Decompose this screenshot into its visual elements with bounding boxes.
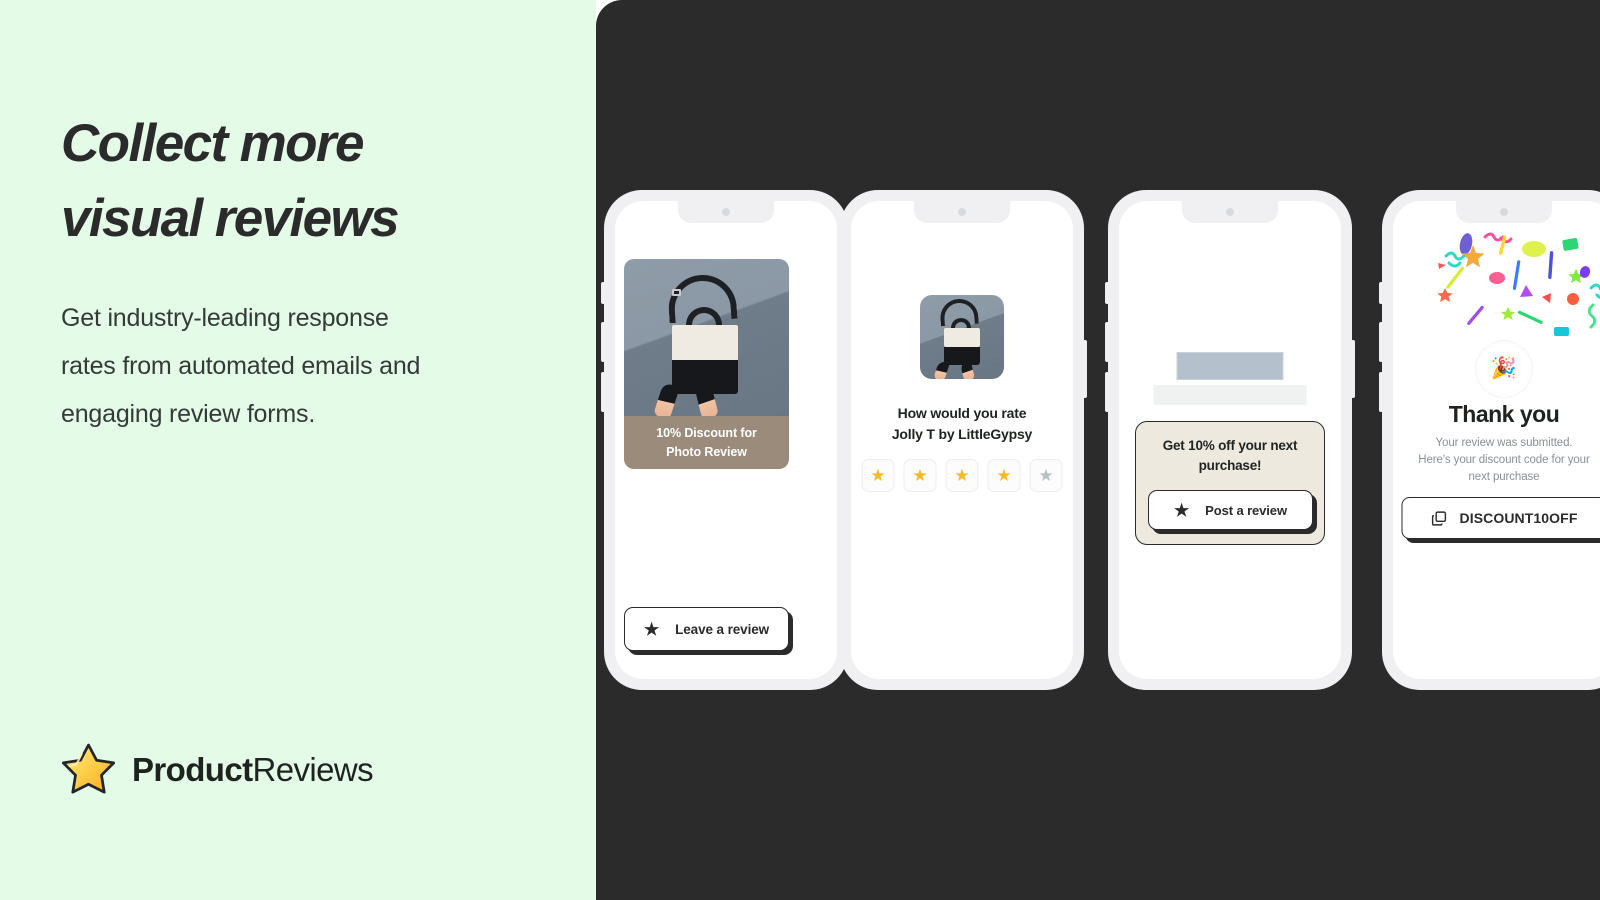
volume-up-button-icon bbox=[601, 322, 605, 362]
camera-dot-icon bbox=[722, 208, 730, 216]
bag-body-top-shape bbox=[672, 325, 738, 361]
volume-up-button-icon bbox=[837, 322, 841, 362]
star-rating-3[interactable]: ★ bbox=[945, 459, 979, 492]
phone-2-screen: How would you rate Jolly T by LittleGyps… bbox=[851, 201, 1073, 679]
mute-switch-icon bbox=[837, 282, 841, 304]
post-a-review-label: Post a review bbox=[1205, 502, 1287, 518]
promo-banner: Collect more visual reviews Get industry… bbox=[0, 0, 1600, 900]
device-showcase-panel: 10% Discount for Photo Review ★ Leave a … bbox=[596, 0, 1600, 900]
offer-title: Get 10% off your next purchase! bbox=[1148, 436, 1312, 476]
volume-down-button-icon bbox=[601, 372, 605, 412]
brand-logo: ProductReviews bbox=[61, 742, 374, 797]
leave-a-review-button[interactable]: ★ Leave a review bbox=[624, 607, 789, 651]
brand-name: ProductReviews bbox=[132, 750, 374, 789]
discount-offer-card: Get 10% off your next purchase! ★ Post a… bbox=[1135, 421, 1325, 545]
volume-down-button-icon bbox=[1105, 372, 1109, 412]
star-icon bbox=[61, 743, 116, 794]
volume-down-button-icon bbox=[1379, 372, 1383, 412]
thank-you-title: Thank you bbox=[1448, 401, 1560, 427]
caption-line-2: Photo Review bbox=[666, 444, 747, 459]
star-rating-2[interactable]: ★ bbox=[903, 459, 937, 492]
rating-question-line-2: Jolly T by LittleGypsy bbox=[891, 426, 1033, 442]
thank-you-subtitle-line-3: next purchase bbox=[1468, 471, 1540, 483]
content-placeholder-primary bbox=[1176, 352, 1284, 380]
bag-buckle-shape bbox=[672, 289, 681, 296]
celebration-emoji-badge: 🎉 bbox=[1476, 341, 1532, 397]
product-photo bbox=[624, 259, 789, 420]
star-icon: ★ bbox=[996, 466, 1012, 485]
camera-dot-icon bbox=[1226, 208, 1234, 216]
left-content-panel: Collect more visual reviews Get industry… bbox=[0, 0, 596, 900]
star-rating-input[interactable]: ★ ★ ★ ★ ★ bbox=[861, 459, 1063, 492]
heel-left-shape bbox=[933, 359, 950, 379]
volume-up-button-icon bbox=[1379, 322, 1383, 362]
brand-name-regular: Reviews bbox=[252, 750, 373, 788]
photo-review-card[interactable]: 10% Discount for Photo Review bbox=[624, 259, 789, 469]
notch bbox=[1456, 201, 1552, 223]
phone-mockup-2: How would you rate Jolly T by LittleGyps… bbox=[837, 190, 1087, 690]
bag-body-top-shape bbox=[944, 328, 980, 347]
volume-down-button-icon bbox=[837, 372, 841, 412]
star-icon: ★ bbox=[643, 619, 660, 639]
phone-mockup-1: 10% Discount for Photo Review ★ Leave a … bbox=[601, 190, 851, 690]
leave-a-review-label: Leave a review bbox=[675, 621, 770, 637]
party-popper-icon: 🎉 bbox=[1490, 357, 1518, 380]
star-icon: ★ bbox=[1038, 466, 1054, 485]
camera-dot-icon bbox=[958, 208, 966, 216]
photo-review-caption: 10% Discount for Photo Review bbox=[624, 416, 789, 469]
rating-question: How would you rate Jolly T by LittleGyps… bbox=[851, 403, 1073, 445]
phone-mockup-3: Get 10% off your next purchase! ★ Post a… bbox=[1105, 190, 1355, 690]
phone-4-screen: 🎉 Thank you Your review was submitted. H… bbox=[1393, 201, 1600, 679]
star-rating-1[interactable]: ★ bbox=[861, 459, 895, 492]
rating-question-line-1: How would you rate bbox=[897, 405, 1027, 421]
copy-discount-code-button[interactable]: DISCOUNT10OFF bbox=[1401, 497, 1600, 539]
headline-line-1: Collect more bbox=[61, 114, 364, 173]
star-icon: ★ bbox=[870, 466, 886, 485]
power-button-icon bbox=[1351, 340, 1355, 398]
copy-icon bbox=[1431, 510, 1447, 526]
subcopy-line-3: engaging review forms. bbox=[61, 400, 316, 428]
phone-mockup-4: 🎉 Thank you Your review was submitted. H… bbox=[1379, 190, 1600, 690]
discount-code-label: DISCOUNT10OFF bbox=[1459, 510, 1578, 526]
page-title: Collect more visual reviews bbox=[61, 106, 541, 256]
notch bbox=[1182, 201, 1278, 223]
product-thumbnail bbox=[920, 295, 1004, 379]
star-rating-4[interactable]: ★ bbox=[987, 459, 1021, 492]
notch bbox=[678, 201, 774, 223]
offer-title-line-1: Get 10% off your next bbox=[1162, 438, 1298, 453]
subcopy-line-2: rates from automated emails and bbox=[61, 352, 421, 380]
subcopy-line-1: Get industry-leading response bbox=[61, 304, 389, 332]
thank-you-subtitle-line-2: Here's your discount code for your bbox=[1418, 454, 1590, 466]
mute-switch-icon bbox=[1379, 282, 1383, 304]
thank-you-subtitle-line-1: Your review was submitted. bbox=[1435, 437, 1573, 449]
product-photo bbox=[920, 295, 1004, 379]
content-placeholder-secondary bbox=[1153, 385, 1307, 405]
notch bbox=[914, 201, 1010, 223]
offer-title-line-2: purchase! bbox=[1198, 458, 1262, 473]
caption-line-1: 10% Discount for bbox=[656, 425, 757, 440]
post-a-review-button[interactable]: ★ Post a review bbox=[1148, 490, 1313, 530]
star-icon: ★ bbox=[1174, 500, 1190, 520]
power-button-icon bbox=[1083, 340, 1087, 398]
camera-dot-icon bbox=[1500, 208, 1508, 216]
mute-switch-icon bbox=[601, 282, 605, 304]
phone-3-screen: Get 10% off your next purchase! ★ Post a… bbox=[1119, 201, 1341, 679]
confetti-decoration bbox=[1437, 232, 1600, 336]
phone-1-screen: 10% Discount for Photo Review ★ Leave a … bbox=[615, 201, 837, 679]
star-icon: ★ bbox=[912, 466, 928, 485]
star-rating-5[interactable]: ★ bbox=[1029, 459, 1063, 492]
bag-body-bottom-shape bbox=[944, 347, 980, 365]
mute-switch-icon bbox=[1105, 282, 1109, 304]
star-icon: ★ bbox=[954, 466, 970, 485]
thank-you-subtitle: Your review was submitted. Here's your d… bbox=[1409, 435, 1599, 486]
headline-line-2: visual reviews bbox=[61, 189, 400, 248]
brand-name-bold: Product bbox=[132, 750, 253, 788]
subcopy: Get industry-leading response rates from… bbox=[61, 294, 531, 438]
heel-left-shape bbox=[653, 382, 680, 420]
volume-up-button-icon bbox=[1105, 322, 1109, 362]
